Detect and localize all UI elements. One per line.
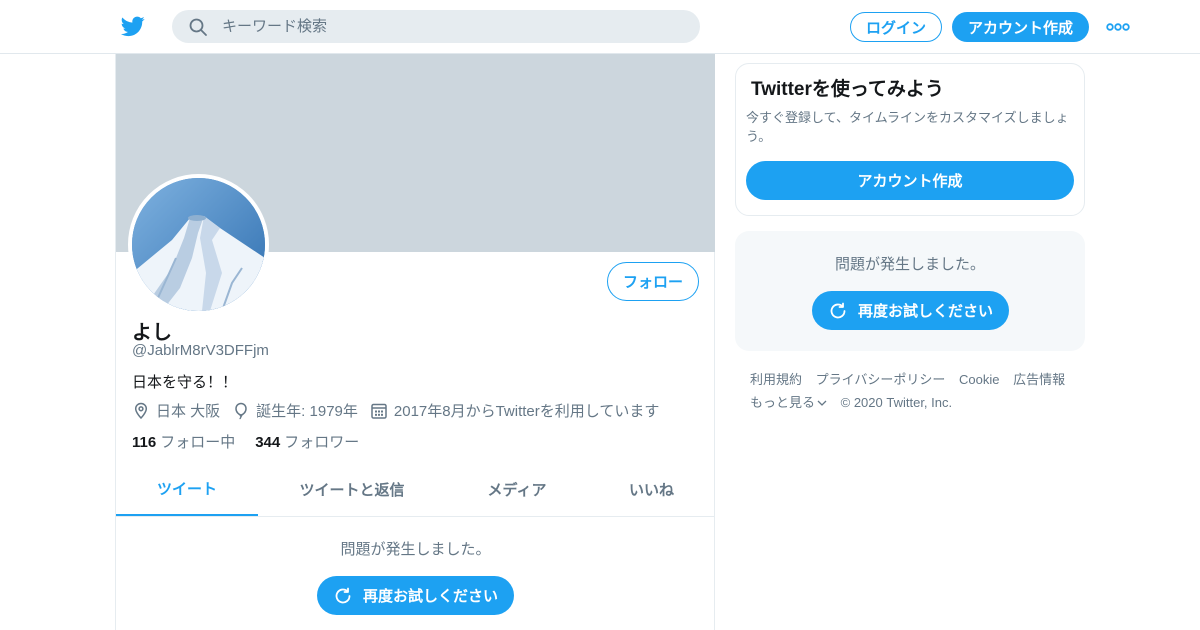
footer-more-link[interactable]: もっと見る: [750, 395, 827, 410]
calendar-icon: [371, 403, 387, 419]
following-count: 116: [132, 434, 157, 451]
footer-copyright: © 2020 Twitter, Inc.: [840, 395, 953, 410]
footer-link-ads[interactable]: 広告情報: [1013, 372, 1065, 387]
sidebar-error-text: 問題が発生しました。: [834, 256, 985, 273]
footer-link-privacy[interactable]: プライバシーポリシー: [816, 372, 946, 387]
mountain-avatar-image: [132, 178, 265, 311]
twitter-bird-logo-icon[interactable]: [120, 14, 146, 38]
signup-card-description: 今すぐ登録して、タイムラインをカスタマイズしましょう。: [746, 110, 1069, 144]
tab-tweets[interactable]: ツイート: [116, 462, 258, 516]
signup-card: Twitterを使ってみよう 今すぐ登録して、タイムラインをカスタマイズしましょ…: [735, 63, 1085, 216]
followers-count: 344: [255, 434, 281, 451]
birthday-text: 誕生年: 1979年: [256, 403, 358, 420]
profile-column: フォロー よし @JablrM8rV3DFFjm 日本を守る！！ 日本 大阪 誕…: [115, 54, 715, 630]
signup-button[interactable]: アカウント作成: [952, 12, 1089, 42]
profile-tabs: ツイート ツイートと返信 メディア いいね: [116, 462, 715, 517]
balloon-icon: [235, 402, 247, 419]
sidebar-error-card: 問題が発生しました。 再度お試しください: [735, 231, 1085, 351]
followers-link[interactable]: 344 フォロワー: [255, 431, 359, 452]
top-navigation-bar: ログイン アカウント作成: [0, 0, 1200, 54]
more-options-icon[interactable]: [1106, 20, 1130, 34]
following-label: フォロー中: [160, 434, 236, 451]
tab-likes[interactable]: いいね: [588, 462, 715, 516]
search-icon: [189, 18, 207, 36]
retry-label: 再度お試しください: [362, 588, 498, 605]
profile-birthday: 誕生年: 1979年: [232, 400, 358, 421]
location-text: 日本 大阪: [156, 403, 221, 420]
search-input[interactable]: [222, 10, 682, 43]
footer-link-cookie[interactable]: Cookie: [959, 372, 999, 387]
signup-card-button[interactable]: アカウント作成: [746, 161, 1074, 200]
refresh-icon: [830, 302, 846, 318]
following-link[interactable]: 116 フォロー中: [132, 431, 235, 452]
profile-location: 日本 大阪: [132, 400, 220, 421]
refresh-icon: [335, 587, 351, 603]
signup-card-title: Twitterを使ってみよう: [751, 79, 944, 100]
follow-button[interactable]: フォロー: [607, 262, 699, 301]
joined-text: 2017年8月からTwitterを利用しています: [393, 403, 660, 420]
search-box[interactable]: [172, 10, 700, 43]
timeline-error-text: 問題が発生しました。: [340, 541, 491, 558]
avatar[interactable]: [128, 174, 269, 315]
profile-meta: 日本 大阪 誕生年: 1979年 2017年8月からTwitterを利用していま…: [132, 400, 671, 421]
profile-handle: @JablrM8rV3DFFjm: [132, 342, 269, 359]
tab-tweets-and-replies[interactable]: ツイートと返信: [258, 462, 446, 516]
timeline-retry-button[interactable]: 再度お試しください: [317, 576, 514, 615]
tab-media[interactable]: メディア: [446, 462, 588, 516]
profile-bio: 日本を守る！！: [132, 374, 238, 391]
footer-more-label: もっと見る: [750, 395, 816, 410]
followers-label: フォロワー: [284, 434, 360, 451]
login-button[interactable]: ログイン: [850, 12, 942, 42]
chevron-down-icon: [817, 400, 827, 406]
footer-link-terms[interactable]: 利用規約: [750, 372, 802, 387]
profile-joined: 2017年8月からTwitterを利用しています: [370, 400, 659, 421]
sidebar-retry-button[interactable]: 再度お試しください: [812, 291, 1009, 330]
profile-stats: 116 フォロー中 344 フォロワー: [132, 431, 379, 452]
location-pin-icon: [134, 402, 148, 419]
profile-name: よし: [132, 322, 172, 344]
sidebar-footer: 利用規約 プライバシーポリシー Cookie 広告情報 もっと見る © 2020…: [750, 368, 1080, 414]
retry-label: 再度お試しください: [857, 303, 993, 320]
